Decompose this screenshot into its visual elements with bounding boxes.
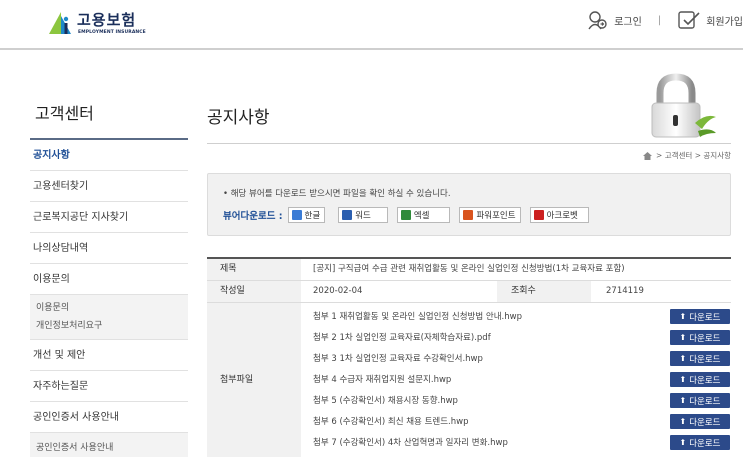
attachment-link[interactable]: 첨부 2 1차 실업인정 교육자료(자체학습자료).pdf — [313, 331, 491, 343]
word-icon — [342, 210, 353, 220]
sidebar-menu: 공지사항 고용센터찾기 근로복지공단 지사찾기 나의상담내역 이용문의 이용문의… — [30, 140, 188, 457]
views-header: 조회수 — [497, 281, 591, 302]
table-row-subject: 제목 [공지] 구직급여 수급 관련 재취업활동 및 온라인 실업인정 신청방법… — [207, 259, 731, 281]
viewer-hangul-label: 한글 — [304, 211, 321, 221]
top-links-divider: | — [657, 14, 662, 26]
download-label: 다운로드 — [689, 354, 721, 365]
join-icon — [678, 11, 700, 29]
join-link[interactable]: 회원가입 — [677, 10, 743, 30]
download-button[interactable]: ⬆ 다운로드 — [670, 351, 730, 366]
breadcrumb-sep-2: > — [692, 151, 704, 160]
download-icon: ⬆ — [679, 333, 687, 342]
sidebar-submenu-inquiry: 이용문의 개인정보처리요구 — [30, 295, 188, 340]
join-label: 회원가입 — [706, 16, 743, 28]
breadcrumb-sep-1: > — [653, 151, 665, 160]
breadcrumb: > 고객센터 > 공지사항 — [642, 150, 731, 161]
attachment-link[interactable]: 첨부 3 1차 실업인정 교육자료 수강확인서.hwp — [313, 352, 483, 364]
logo-mark-icon — [49, 12, 71, 34]
sidebar-submenu-certificate: 공인인증서 사용안내 — [30, 433, 188, 457]
viewer-word-button[interactable]: 워드 — [338, 207, 388, 223]
viewer-label: 뷰어다운로드 : — [223, 211, 283, 222]
sidebar-title: 고객센터 — [35, 104, 94, 123]
powerpoint-icon — [463, 210, 474, 220]
sidebar-item-faq[interactable]: 자주하는질문 — [30, 371, 188, 402]
post-views: 2714119 — [606, 286, 644, 296]
sidebar-subitem-certificate-guide[interactable]: 공인인증서 사용안내 — [36, 439, 188, 457]
attachment-link[interactable]: 첨부 1 재취업활동 및 온라인 실업인정 신청방법 안내.hwp — [313, 310, 522, 322]
sidebar-item-my-consultations[interactable]: 나의상담내역 — [30, 233, 188, 264]
sidebar-item-inquiry[interactable]: 이용문의 — [30, 264, 188, 295]
viewer-word-label: 워드 — [355, 211, 371, 221]
download-icon: ⬆ — [679, 438, 687, 447]
attachment-link[interactable]: 첨부 5 (수강확인서) 채용시장 동향.hwp — [313, 394, 458, 406]
logo-subtitle: EMPLOYMENT INSURANCE — [78, 30, 146, 35]
download-label: 다운로드 — [689, 333, 721, 344]
sidebar-item-certificate-guide[interactable]: 공인인증서 사용안내 — [30, 402, 188, 433]
viewer-download-box: • 해당 뷰어를 다운로드 받으시면 파일을 확인 하실 수 있습니다. 뷰어다… — [207, 173, 731, 236]
download-label: 다운로드 — [689, 438, 721, 449]
page-title: 공지사항 — [207, 108, 270, 128]
download-button[interactable]: ⬆ 다운로드 — [670, 372, 730, 387]
download-label: 다운로드 — [689, 312, 721, 323]
subject-header: 제목 — [207, 259, 301, 280]
post-subject: [공지] 구직급여 수급 관련 재취업활동 및 온라인 실업인정 신청방법(1차… — [313, 264, 625, 274]
viewer-powerpoint-button[interactable]: 파워포인트 — [459, 207, 521, 223]
download-label: 다운로드 — [689, 375, 721, 386]
download-button[interactable]: ⬆ 다운로드 — [670, 309, 730, 324]
download-button[interactable]: ⬆ 다운로드 — [670, 330, 730, 345]
viewer-acrobat-label: 아크로벳 — [546, 211, 578, 221]
site-header: 고용보험 EMPLOYMENT INSURANCE 로그인 | 회원가입 — [0, 0, 743, 50]
download-icon: ⬆ — [679, 312, 687, 321]
download-icon: ⬆ — [679, 396, 687, 405]
viewer-excel-label: 엑셀 — [413, 211, 430, 221]
home-icon[interactable] — [642, 151, 652, 160]
login-icon — [588, 11, 607, 30]
sidebar-subitem-inquiry[interactable]: 이용문의 — [36, 299, 188, 317]
download-label: 다운로드 — [689, 417, 721, 428]
excel-icon — [400, 210, 411, 220]
attachments-header: 첨부파일 — [207, 303, 301, 457]
download-icon: ⬆ — [679, 375, 687, 384]
viewer-powerpoint-label: 파워포인트 — [476, 211, 516, 221]
download-icon: ⬆ — [679, 417, 687, 426]
hangul-icon — [291, 210, 302, 220]
download-button[interactable]: ⬆ 다운로드 — [670, 393, 730, 408]
table-row-attachments: 첨부파일 첨부 1 재취업활동 및 온라인 실업인정 신청방법 안내.hwp ⬆… — [207, 303, 731, 457]
viewer-acrobat-button[interactable]: 아크로벳 — [529, 207, 589, 223]
title-divider — [207, 143, 731, 144]
sidebar-subitem-privacy-request[interactable]: 개인정보처리요구 — [36, 317, 188, 335]
acrobat-icon — [533, 210, 544, 220]
download-button[interactable]: ⬆ 다운로드 — [670, 414, 730, 429]
padlock-icon — [651, 73, 716, 138]
attachment-link[interactable]: 첨부 7 (수강확인서) 4차 산업혁명과 일자리 변화.hwp — [313, 436, 508, 448]
download-button[interactable]: ⬆ 다운로드 — [670, 435, 730, 450]
sidebar-item-welfare-branch[interactable]: 근로복지공단 지사찾기 — [30, 202, 188, 233]
viewer-excel-button[interactable]: 엑셀 — [396, 207, 451, 223]
download-icon: ⬆ — [679, 354, 687, 363]
attachment-link[interactable]: 첨부 4 수급자 재취업지원 설문지.hwp — [313, 373, 451, 385]
post-date: 2020-02-04 — [313, 286, 363, 296]
table-row-meta: 작성일 2020-02-04 조회수 2714119 — [207, 281, 731, 303]
site-logo[interactable]: 고용보험 EMPLOYMENT INSURANCE — [47, 7, 157, 39]
viewer-button-row: 뷰어다운로드 : 한글 워드 엑셀 파워포인트 아크로벳 — [223, 207, 598, 223]
sidebar-item-notice[interactable]: 공지사항 — [30, 140, 188, 171]
viewer-notice: • 해당 뷰어를 다운로드 받으시면 파일을 확인 하실 수 있습니다. — [223, 189, 451, 199]
login-label: 로그인 — [614, 16, 642, 28]
date-header: 작성일 — [207, 281, 301, 302]
logo-title: 고용보험 — [77, 11, 137, 29]
login-link[interactable]: 로그인 — [587, 10, 642, 30]
top-links: 로그인 | 회원가입 — [587, 8, 743, 32]
breadcrumb-item-notice[interactable]: 공지사항 — [703, 150, 731, 161]
sidebar-item-employment-center[interactable]: 고용센터찾기 — [30, 171, 188, 202]
viewer-hangul-button[interactable]: 한글 — [287, 207, 326, 223]
attachment-link[interactable]: 첨부 6 (수강확인서) 최신 채용 트렌드.hwp — [313, 415, 468, 427]
download-label: 다운로드 — [689, 396, 721, 407]
breadcrumb-item-customer-center[interactable]: 고객센터 — [665, 150, 693, 161]
sidebar-item-suggestions[interactable]: 개선 및 제안 — [30, 340, 188, 371]
